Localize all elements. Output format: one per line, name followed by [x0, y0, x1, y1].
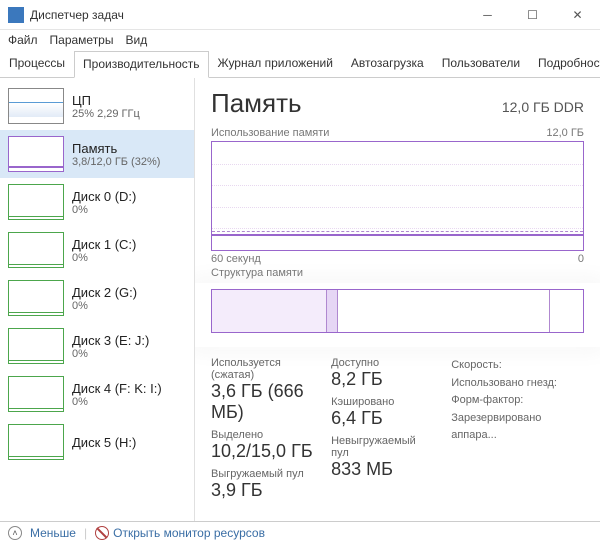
disk-thumb: [8, 232, 64, 268]
composition-in-use: [212, 290, 327, 332]
sidebar-item-disk1[interactable]: Диск 1 (C:) 0%: [0, 226, 194, 274]
sidebar-item-cpu[interactable]: ЦП 25% 2,29 ГГц: [0, 82, 194, 130]
stat-used-label: Используется (сжатая): [211, 357, 313, 381]
sidebar-item-label: Память: [72, 141, 160, 156]
sidebar-item-disk3[interactable]: Диск 3 (E: J:) 0%: [0, 322, 194, 370]
minimize-button[interactable]: ─: [465, 0, 510, 30]
content: ЦП 25% 2,29 ГГц Память 3,8/12,0 ГБ (32%)…: [0, 78, 600, 521]
stat-paged-label: Выгружаемый пул: [211, 468, 313, 480]
chart-x-right: 0: [578, 253, 584, 265]
disk-thumb: [8, 280, 64, 316]
tab-app-history[interactable]: Журнал приложений: [209, 50, 342, 77]
sidebar-item-disk5[interactable]: Диск 5 (H:): [0, 418, 194, 466]
sidebar-item-label: Диск 3 (E: J:): [72, 333, 149, 348]
maximize-button[interactable]: ☐: [510, 0, 555, 30]
sidebar-item-label: Диск 5 (H:): [72, 435, 136, 450]
sidebar-item-label: Диск 1 (C:): [72, 237, 136, 252]
stat-nonpaged-value: 833 МБ: [331, 459, 433, 480]
sidebar-item-sub: 0%: [72, 300, 137, 312]
sidebar-item-disk0[interactable]: Диск 0 (D:) 0%: [0, 178, 194, 226]
sidebar-item-label: Диск 0 (D:): [72, 189, 136, 204]
cpu-thumb: [8, 88, 64, 124]
sidebar-item-sub: 3,8/12,0 ГБ (32%): [72, 156, 160, 168]
main-panel: Память 12,0 ГБ DDR Использование памяти …: [195, 78, 600, 521]
sidebar-item-memory[interactable]: Память 3,8/12,0 ГБ (32%): [0, 130, 194, 178]
chart-x-left: 60 секунд: [211, 253, 261, 265]
tab-processes[interactable]: Процессы: [0, 50, 74, 77]
sidebar-item-sub: 0%: [72, 396, 162, 408]
stat-slots-label: Использовано гнезд:: [451, 375, 584, 393]
disk-thumb: [8, 184, 64, 220]
sidebar-item-sub: 0%: [72, 348, 149, 360]
sidebar-item-label: Диск 2 (G:): [72, 285, 137, 300]
usage-chart-label: Использование памяти: [211, 127, 329, 139]
disk-thumb: [8, 328, 64, 364]
memory-capacity: 12,0 ГБ DDR: [502, 99, 584, 115]
resmon-link[interactable]: Открыть монитор ресурсов: [95, 526, 265, 540]
stat-speed-label: Скорость:: [451, 357, 584, 375]
page-title: Память: [211, 88, 302, 119]
sidebar-item-sub: 0%: [72, 252, 136, 264]
tab-strip: Процессы Производительность Журнал прило…: [0, 50, 600, 78]
tab-performance[interactable]: Производительность: [74, 51, 208, 78]
stats-grid: Используется (сжатая) 3,6 ГБ (666 МБ) Вы…: [211, 357, 584, 507]
sidebar-item-disk2[interactable]: Диск 2 (G:) 0%: [0, 274, 194, 322]
memory-thumb: [8, 136, 64, 172]
menu-file[interactable]: Файл: [8, 33, 38, 47]
composition-modified: [327, 290, 338, 332]
chevron-up-icon[interactable]: ˄: [8, 526, 22, 540]
stat-cached-label: Кэшировано: [331, 396, 433, 408]
separator: |: [84, 526, 87, 540]
stat-form-label: Форм-фактор:: [451, 392, 584, 410]
memory-usage-chart: [211, 141, 584, 251]
composition-label: Структура памяти: [211, 267, 303, 279]
disk-thumb: [8, 424, 64, 460]
sidebar-item-disk4[interactable]: Диск 4 (F: K: I:) 0%: [0, 370, 194, 418]
usage-chart-max: 12,0 ГБ: [546, 127, 584, 139]
tab-users[interactable]: Пользователи: [433, 50, 529, 77]
fewer-details-link[interactable]: Меньше: [30, 526, 76, 540]
resmon-icon: [95, 526, 109, 540]
menu-view[interactable]: Вид: [125, 33, 147, 47]
stat-cached-value: 6,4 ГБ: [331, 408, 433, 429]
stat-commit-label: Выделено: [211, 429, 313, 441]
footer: ˄ Меньше | Открыть монитор ресурсов: [0, 521, 600, 543]
sidebar-item-sub: 0%: [72, 204, 136, 216]
titlebar: Диспетчер задач ─ ☐ ✕: [0, 0, 600, 30]
disk-thumb: [8, 376, 64, 412]
tab-startup[interactable]: Автозагрузка: [342, 50, 433, 77]
stat-nonpaged-label: Невыгружаемый пул: [331, 435, 433, 459]
sidebar-item-sub: 25% 2,29 ГГц: [72, 108, 140, 120]
stat-avail-label: Доступно: [331, 357, 433, 369]
composition-free: [550, 290, 583, 332]
app-icon: [8, 7, 24, 23]
stat-reserved-label: Зарезервировано аппара...: [451, 410, 584, 445]
sidebar-item-label: ЦП: [72, 93, 140, 108]
sidebar[interactable]: ЦП 25% 2,29 ГГц Память 3,8/12,0 ГБ (32%)…: [0, 78, 195, 521]
close-button[interactable]: ✕: [555, 0, 600, 30]
stat-used-value: 3,6 ГБ (666 МБ): [211, 381, 313, 423]
composition-standby: [338, 290, 550, 332]
menu-options[interactable]: Параметры: [50, 33, 114, 47]
memory-composition-bar[interactable]: [211, 289, 584, 333]
stat-avail-value: 8,2 ГБ: [331, 369, 433, 390]
window-title: Диспетчер задач: [30, 8, 465, 22]
stat-paged-value: 3,9 ГБ: [211, 480, 313, 501]
tab-details[interactable]: Подробности: [529, 50, 600, 77]
stat-commit-value: 10,2/15,0 ГБ: [211, 441, 313, 462]
memory-composition-highlight: [195, 283, 600, 347]
sidebar-item-label: Диск 4 (F: K: I:): [72, 381, 162, 396]
menubar: Файл Параметры Вид: [0, 30, 600, 50]
